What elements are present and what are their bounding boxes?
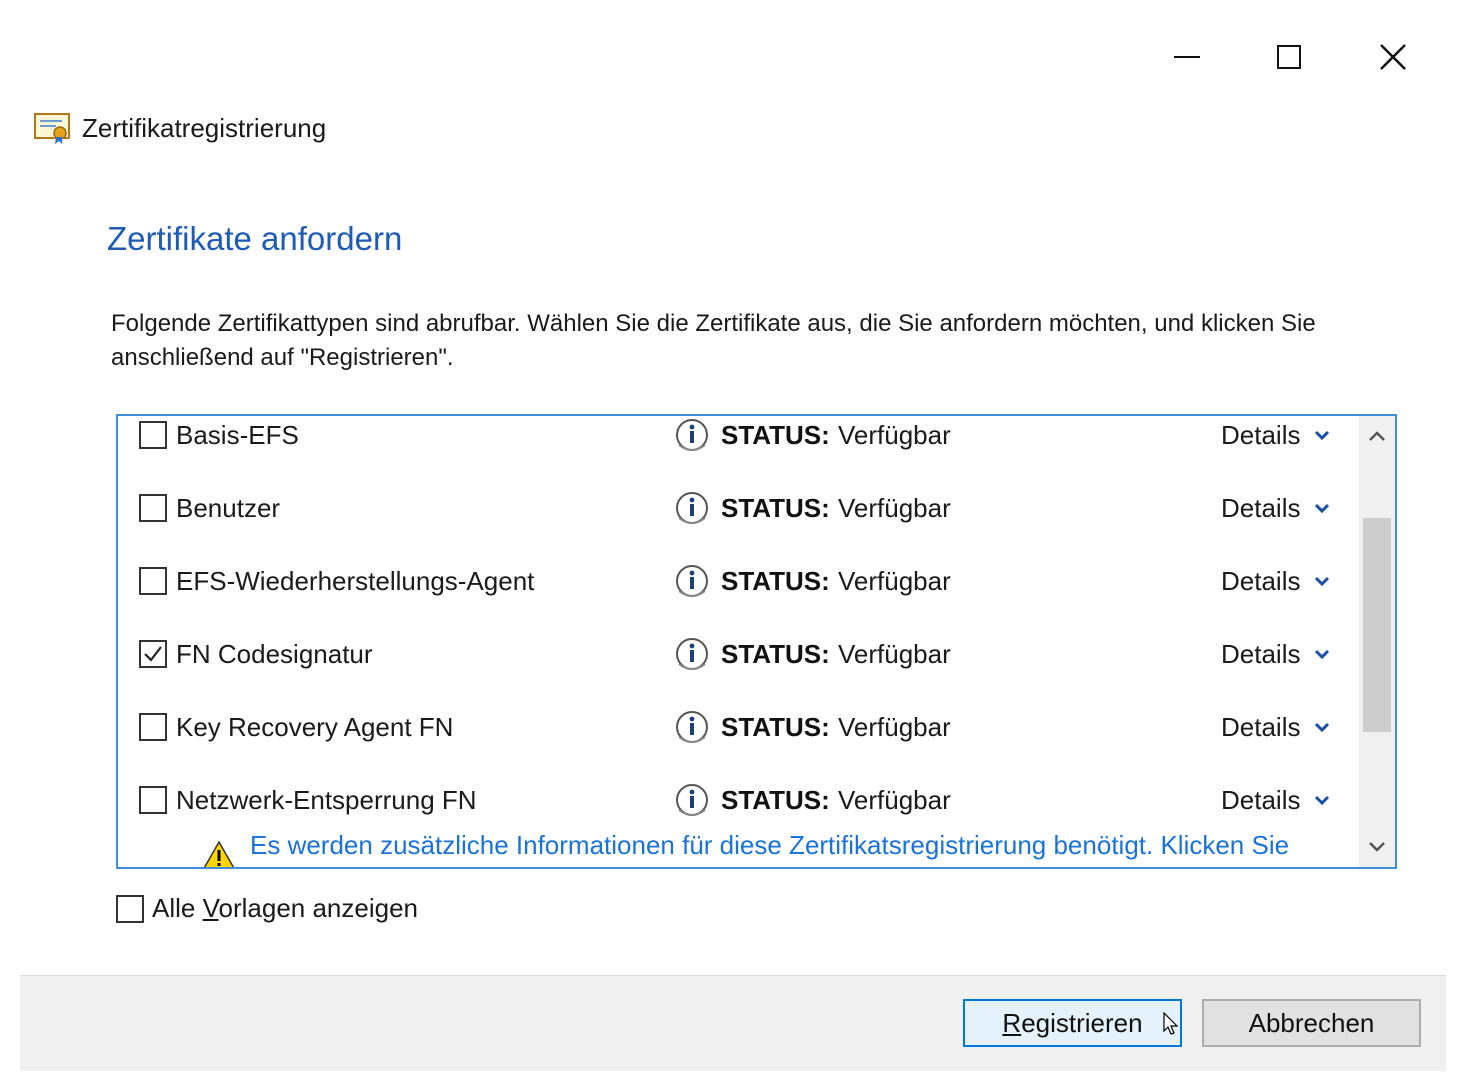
certificate-checkbox[interactable] (139, 640, 167, 668)
chevron-down-icon (1315, 649, 1330, 660)
status-value: Verfügbar (838, 493, 951, 523)
status-label: STATUS: (721, 493, 830, 523)
certificate-checkbox[interactable] (139, 494, 167, 522)
chevron-down-icon (1315, 430, 1330, 441)
details-toggle[interactable]: Details (1221, 710, 1330, 744)
details-label: Details (1221, 785, 1301, 815)
certificate-checkbox[interactable] (139, 713, 167, 741)
chevron-down-icon (1315, 503, 1330, 514)
info-icon (676, 419, 708, 451)
status-label: STATUS: (721, 639, 830, 669)
certificate-checkbox[interactable] (139, 567, 167, 595)
certificate-icon (34, 113, 70, 144)
show-all-templates-checkbox[interactable]: Alle Vorlagen anzeigen (116, 893, 418, 924)
register-button[interactable]: Registrieren (963, 999, 1182, 1047)
page-description: Folgende Zertifikattypen sind abrufbar. … (111, 310, 1316, 371)
info-icon (676, 711, 708, 743)
chevron-down-icon (1315, 795, 1330, 806)
certificate-checkbox[interactable] (139, 421, 167, 449)
chevron-down-icon (1315, 576, 1330, 587)
details-toggle[interactable]: Details (1221, 564, 1330, 598)
info-icon (676, 784, 708, 816)
status-value: Verfügbar (838, 712, 951, 742)
details-toggle[interactable]: Details (1221, 637, 1330, 671)
details-label: Details (1221, 712, 1301, 742)
certificate-name: Benutzer (176, 493, 281, 523)
status-value: Verfügbar (838, 785, 951, 815)
certificate-name: Basis-EFS (176, 420, 299, 450)
certificate-list[interactable]: Basis-EFS STATUS: Verfügbar Details Benutzer… (116, 414, 1397, 869)
info-icon (676, 492, 708, 524)
minimize-icon (1174, 56, 1200, 58)
certificate-name: Key Recovery Agent FN (176, 712, 454, 742)
certificate-checkbox[interactable] (139, 786, 167, 814)
status-value: Verfügbar (838, 639, 951, 669)
certificate-name: EFS-Wiederherstellungs-Agent (176, 566, 535, 596)
status-label: STATUS: (721, 712, 830, 742)
list-scrollbar[interactable] (1359, 416, 1395, 867)
checkmark-icon (144, 646, 162, 662)
details-toggle[interactable]: Details (1221, 491, 1330, 525)
maximize-icon (1277, 45, 1301, 69)
status-label: STATUS: (721, 566, 830, 596)
close-button[interactable] (1363, 30, 1423, 84)
scroll-down-button[interactable] (1359, 827, 1395, 867)
chevron-up-icon (1369, 431, 1385, 441)
warning-icon (203, 840, 235, 867)
details-label: Details (1221, 566, 1301, 596)
window-title-bar: Zertifikatregistrierung (34, 108, 326, 148)
page-title: Zertifikate anfordern (107, 220, 403, 257)
scroll-up-button[interactable] (1359, 416, 1395, 456)
info-icon (676, 565, 708, 597)
details-toggle[interactable]: Details (1221, 418, 1330, 452)
dialog-footer: Registrieren Abbrechen (20, 975, 1446, 1071)
status-label: STATUS: (721, 420, 830, 450)
cancel-button[interactable]: Abbrechen (1202, 999, 1421, 1047)
certificate-row: Basis-EFS STATUS: Verfügbar Details (118, 418, 1358, 478)
more-info-link[interactable]: Es werden zusätzliche Informationen für … (250, 826, 1340, 864)
details-label: Details (1221, 493, 1301, 523)
chevron-down-icon (1315, 722, 1330, 733)
certificate-name: FN Codesignatur (176, 639, 373, 669)
certificate-row: FN Codesignatur STATUS: Verfügbar Details (118, 637, 1358, 697)
info-icon (676, 638, 708, 670)
certificate-row: EFS-Wiederherstellungs-Agent STATUS: Verfü… (118, 564, 1358, 624)
scroll-thumb[interactable] (1363, 518, 1391, 732)
details-toggle[interactable]: Details (1221, 783, 1330, 817)
status-label: STATUS: (721, 785, 830, 815)
mouse-cursor-icon (1163, 1012, 1179, 1035)
checkbox[interactable] (116, 894, 144, 923)
status-value: Verfügbar (838, 566, 951, 596)
details-label: Details (1221, 420, 1301, 450)
chevron-down-icon (1369, 842, 1385, 852)
status-value: Verfügbar (838, 420, 951, 450)
certificate-name: Netzwerk-Entsperrung FN (176, 785, 477, 815)
details-label: Details (1221, 639, 1301, 669)
certificate-row: Key Recovery Agent FN STATUS: Verfügbar Det… (118, 710, 1358, 770)
close-icon (1380, 44, 1406, 70)
maximize-button[interactable] (1259, 30, 1319, 84)
minimize-button[interactable] (1157, 30, 1217, 84)
certificate-row: Benutzer STATUS: Verfügbar Details (118, 491, 1358, 551)
window-title: Zertifikatregistrierung (82, 112, 327, 143)
show-all-templates-label: Alle Vorlagen anzeigen (152, 893, 418, 923)
